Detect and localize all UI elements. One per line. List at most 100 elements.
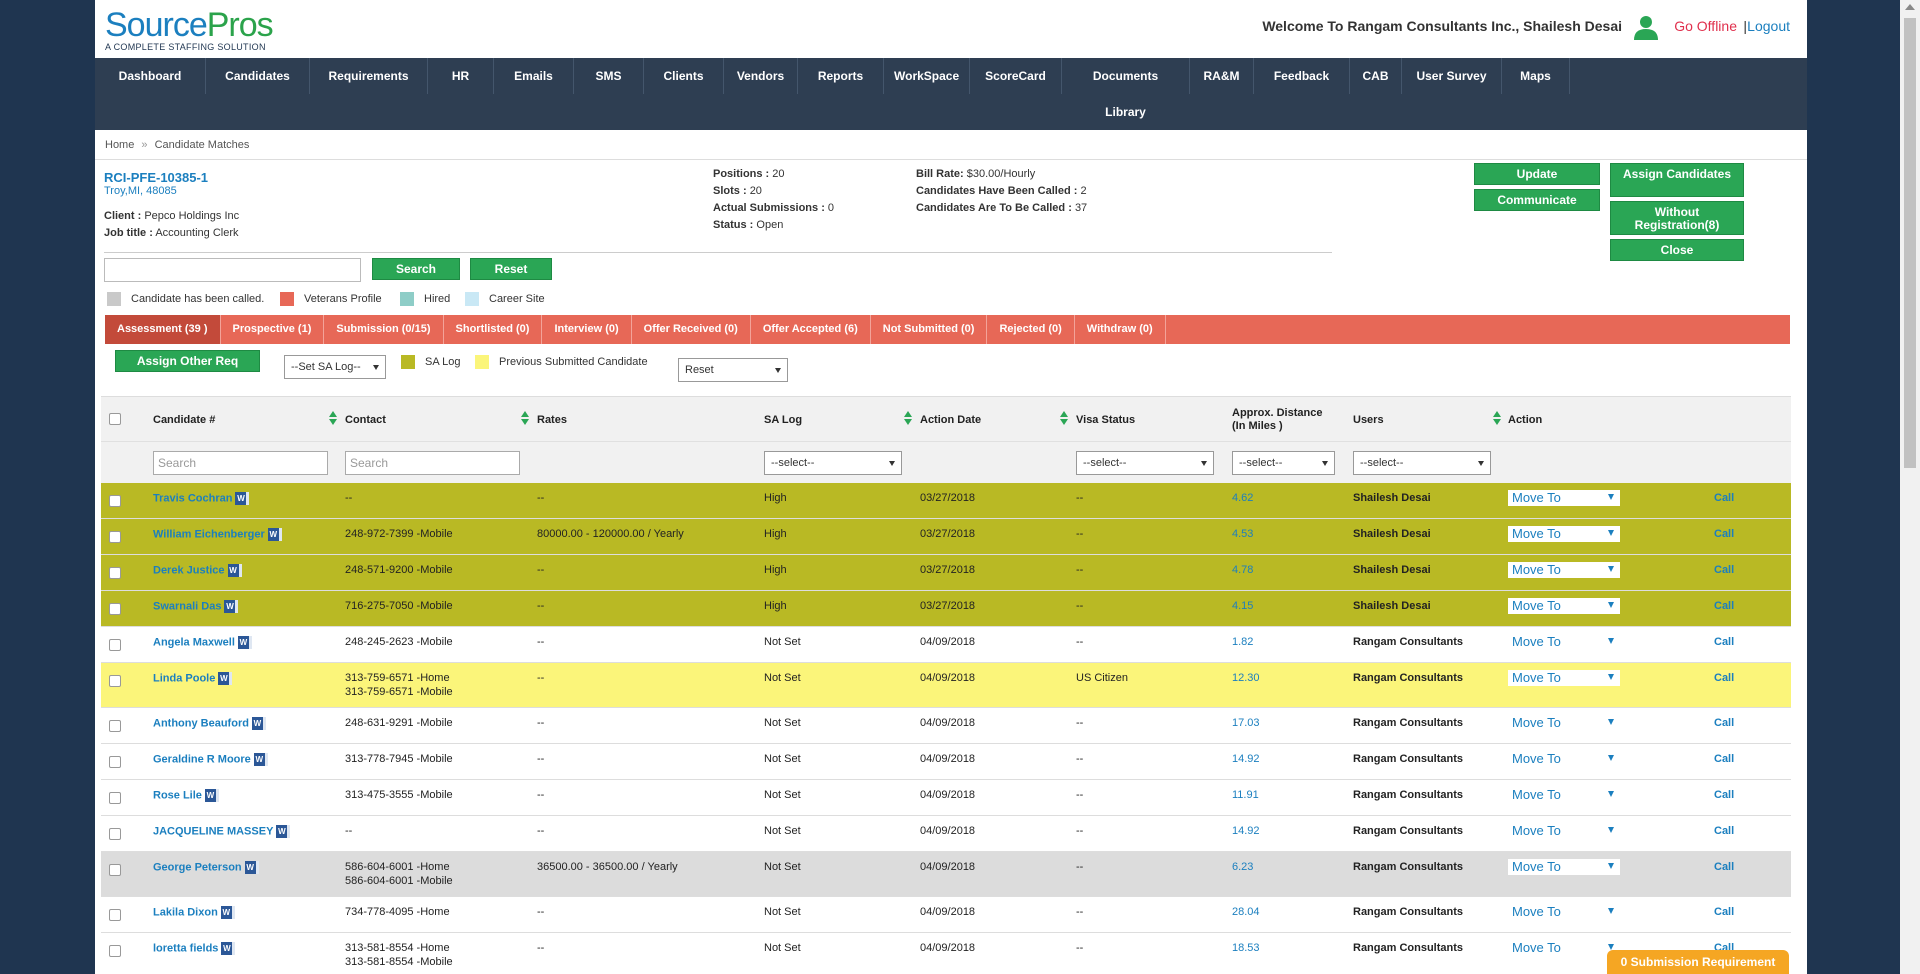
assign-other-req-button[interactable]: Assign Other Req xyxy=(115,350,260,372)
candidate-name-link[interactable]: William Eichenberger xyxy=(153,528,265,540)
nav-item-clients[interactable]: Clients xyxy=(644,58,724,94)
row-checkbox[interactable] xyxy=(109,603,121,615)
tab-assessment[interactable]: Assessment (39 ) xyxy=(105,315,221,344)
call-link[interactable]: Call xyxy=(1714,636,1734,648)
sort-icon[interactable] xyxy=(904,411,912,427)
nav-item-dashboard[interactable]: Dashboard xyxy=(95,58,206,94)
candidate-search-input[interactable]: Search xyxy=(153,451,328,475)
word-document-icon[interactable]: W xyxy=(235,492,250,505)
go-offline-link[interactable]: Go Offline xyxy=(1674,18,1737,34)
select-all-checkbox[interactable] xyxy=(109,413,121,425)
candidate-name-link[interactable]: Linda Poole xyxy=(153,672,215,684)
sort-icon[interactable] xyxy=(329,411,337,427)
breadcrumb-home[interactable]: Home xyxy=(105,139,134,151)
nav-item-hr[interactable]: HR xyxy=(428,58,494,94)
distance-link[interactable]: 1.82 xyxy=(1232,636,1253,648)
distance-link[interactable]: 12.30 xyxy=(1232,672,1260,684)
call-link[interactable]: Call xyxy=(1714,672,1734,684)
nav-item-documents-library[interactable]: Documents Library xyxy=(1062,58,1190,119)
distance-link[interactable]: 4.15 xyxy=(1232,600,1253,612)
nav-item-vendors[interactable]: Vendors xyxy=(724,58,798,94)
word-document-icon[interactable]: W xyxy=(227,564,242,577)
move-to-select[interactable]: Move To xyxy=(1508,940,1620,956)
nav-item-ra-m[interactable]: RA&M xyxy=(1190,58,1254,94)
row-checkbox[interactable] xyxy=(109,495,121,507)
row-checkbox[interactable] xyxy=(109,675,121,687)
nav-item-feedback[interactable]: Feedback xyxy=(1254,58,1350,94)
nav-item-scorecard[interactable]: ScoreCard xyxy=(970,58,1062,94)
nav-item-candidates[interactable]: Candidates xyxy=(206,58,310,94)
page-scrollbar[interactable] xyxy=(1900,0,1920,974)
set-sa-log-select[interactable]: --Set SA Log-- xyxy=(284,355,386,379)
word-document-icon[interactable]: W xyxy=(267,528,282,541)
tab-offer-accepted[interactable]: Offer Accepted (6) xyxy=(751,315,871,344)
word-document-icon[interactable]: W xyxy=(253,753,268,766)
tab-shortlisted[interactable]: Shortlisted (0) xyxy=(444,315,543,344)
distance-link[interactable]: 14.92 xyxy=(1232,825,1260,837)
without-registration-button[interactable]: Without Registration(8) xyxy=(1610,201,1744,235)
row-checkbox[interactable] xyxy=(109,864,121,876)
close-button[interactable]: Close xyxy=(1610,239,1744,261)
move-to-select[interactable]: Move To xyxy=(1508,490,1620,506)
candidate-name-link[interactable]: Swarnali Das xyxy=(153,600,221,612)
word-document-icon[interactable]: W xyxy=(251,717,266,730)
candidate-name-link[interactable]: Anthony Beauford xyxy=(153,717,249,729)
sa-log-filter-select[interactable]: --select-- xyxy=(764,451,902,475)
candidate-name-link[interactable]: Derek Justice xyxy=(153,564,225,576)
search-button[interactable]: Search xyxy=(372,258,460,280)
move-to-select[interactable]: Move To xyxy=(1508,634,1620,650)
call-link[interactable]: Call xyxy=(1714,717,1734,729)
tab-not-submitted[interactable]: Not Submitted (0) xyxy=(871,315,988,344)
distance-link[interactable]: 4.53 xyxy=(1232,528,1253,540)
distance-link[interactable]: 17.03 xyxy=(1232,717,1260,729)
requirement-search-input[interactable] xyxy=(104,258,361,282)
reset-select[interactable]: Reset xyxy=(678,358,788,382)
candidate-name-link[interactable]: Geraldine R Moore xyxy=(153,753,251,765)
call-link[interactable]: Call xyxy=(1714,861,1734,873)
move-to-select[interactable]: Move To xyxy=(1508,562,1620,578)
call-link[interactable]: Call xyxy=(1714,825,1734,837)
nav-item-reports[interactable]: Reports xyxy=(798,58,884,94)
nav-item-cab[interactable]: CAB xyxy=(1350,58,1402,94)
move-to-select[interactable]: Move To xyxy=(1508,715,1620,731)
visa-filter-select[interactable]: --select-- xyxy=(1076,451,1214,475)
assign-candidates-button[interactable]: Assign Candidates xyxy=(1610,163,1744,197)
word-document-icon[interactable]: W xyxy=(221,942,236,955)
distance-link[interactable]: 6.23 xyxy=(1232,861,1253,873)
nav-item-emails[interactable]: Emails xyxy=(494,58,574,94)
nav-item-requirements[interactable]: Requirements xyxy=(310,58,428,94)
candidate-name-link[interactable]: Lakila Dixon xyxy=(153,906,218,918)
candidate-name-link[interactable]: Travis Cochran xyxy=(153,492,232,504)
move-to-select[interactable]: Move To xyxy=(1508,859,1620,875)
distance-link[interactable]: 18.53 xyxy=(1232,942,1260,954)
contact-search-input[interactable]: Search xyxy=(345,451,520,475)
call-link[interactable]: Call xyxy=(1714,492,1734,504)
call-link[interactable]: Call xyxy=(1714,906,1734,918)
move-to-select[interactable]: Move To xyxy=(1508,598,1620,614)
logout-link[interactable]: Logout xyxy=(1747,18,1790,34)
word-document-icon[interactable]: W xyxy=(218,672,233,685)
move-to-select[interactable]: Move To xyxy=(1508,787,1620,803)
scroll-up-arrow-icon[interactable] xyxy=(1905,4,1915,10)
row-checkbox[interactable] xyxy=(109,756,121,768)
move-to-select[interactable]: Move To xyxy=(1508,670,1620,686)
row-checkbox[interactable] xyxy=(109,828,121,840)
row-checkbox[interactable] xyxy=(109,909,121,921)
sort-icon[interactable] xyxy=(1493,411,1501,427)
row-checkbox[interactable] xyxy=(109,531,121,543)
tab-prospective[interactable]: Prospective (1) xyxy=(221,315,325,344)
word-document-icon[interactable]: W xyxy=(237,636,252,649)
tab-interview[interactable]: Interview (0) xyxy=(542,315,632,344)
call-link[interactable]: Call xyxy=(1714,753,1734,765)
candidate-name-link[interactable]: George Peterson xyxy=(153,861,242,873)
distance-filter-select[interactable]: --select-- xyxy=(1232,451,1335,475)
word-document-icon[interactable]: W xyxy=(224,600,239,613)
row-checkbox[interactable] xyxy=(109,720,121,732)
move-to-select[interactable]: Move To xyxy=(1508,751,1620,767)
distance-link[interactable]: 4.78 xyxy=(1232,564,1253,576)
nav-item-workspace[interactable]: WorkSpace xyxy=(884,58,970,94)
candidate-name-link[interactable]: loretta fields xyxy=(153,942,218,954)
update-button[interactable]: Update xyxy=(1474,163,1600,185)
move-to-select[interactable]: Move To xyxy=(1508,904,1620,920)
candidate-name-link[interactable]: Rose Lile xyxy=(153,789,202,801)
